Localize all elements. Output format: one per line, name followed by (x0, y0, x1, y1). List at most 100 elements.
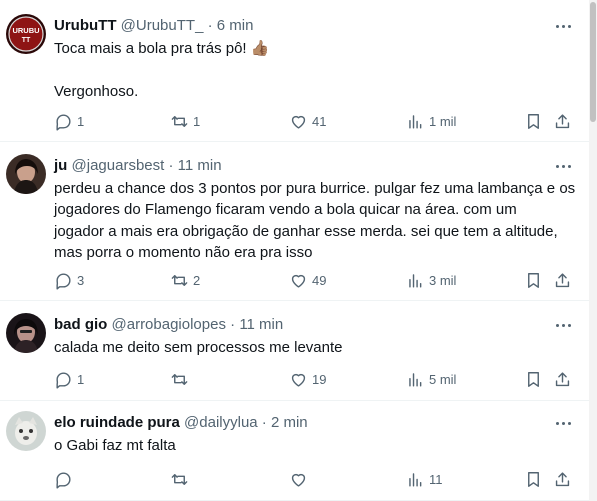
avatar[interactable] (6, 313, 46, 353)
like-button[interactable]: 19 (289, 369, 326, 389)
reply-count: 1 (77, 371, 85, 387)
retweet-icon (170, 112, 189, 131)
display-name[interactable]: elo ruindade pura (54, 414, 180, 431)
tweet-header: UrubuTT @UrubuTT_ · 6 min (54, 16, 549, 36)
like-button[interactable]: 41 (289, 111, 326, 131)
separator: · (261, 414, 267, 431)
share-button[interactable] (553, 369, 572, 389)
timestamp[interactable]: 2 min (271, 414, 308, 431)
more-icon[interactable] (551, 413, 575, 433)
bookmark-button[interactable] (524, 111, 543, 131)
views-icon (406, 112, 425, 131)
retweet-icon (170, 470, 189, 489)
bookmark-icon (524, 470, 543, 489)
user-handle[interactable]: @arrobagiolopes (112, 316, 226, 333)
like-icon (289, 370, 308, 389)
action-bar: 3 2 49 3 mil (54, 270, 574, 290)
retweet-button[interactable]: 2 (170, 270, 200, 290)
tweet-text: Toca mais a bola pra trás pô! 👍🏽 Vergonh… (54, 40, 270, 100)
reply-button[interactable] (54, 469, 77, 489)
tweet[interactable]: elo ruindade pura @dailyylua · 2 min o Ga… (0, 401, 589, 501)
bookmark-icon (524, 271, 543, 290)
views-button[interactable]: 3 mil (406, 270, 456, 290)
like-icon (289, 112, 308, 131)
tweet[interactable]: URUBU TT UrubuTT @UrubuTT_ · 6 min Toca mai… (0, 0, 589, 142)
tweet-header: bad gio @arrobagiolopes · 11 min (54, 315, 549, 335)
reply-button[interactable]: 1 (54, 369, 84, 389)
svg-text:TT: TT (22, 37, 31, 44)
tweet[interactable]: bad gio @arrobagiolopes · 11 min calada m… (0, 301, 589, 401)
retweet-button[interactable] (170, 469, 193, 489)
tweet-header: elo ruindade pura @dailyylua · 2 min (54, 413, 549, 433)
separator: · (168, 157, 174, 174)
tweet[interactable]: ju @jaguarsbest · 11 min perdeu a chance … (0, 142, 589, 301)
like-icon (289, 470, 308, 489)
reply-icon (54, 112, 73, 131)
scrollbar[interactable] (589, 0, 597, 501)
views-button[interactable]: 11 (406, 469, 443, 489)
separator: · (230, 316, 236, 333)
like-count: 41 (312, 113, 327, 129)
retweet-icon (170, 370, 189, 389)
avatar[interactable] (6, 411, 46, 451)
retweet-icon (170, 271, 189, 290)
timestamp[interactable]: 11 min (239, 316, 283, 333)
share-button[interactable] (553, 111, 572, 131)
bookmark-icon (524, 112, 543, 131)
display-name[interactable]: UrubuTT (54, 17, 116, 34)
like-button[interactable]: 49 (289, 270, 326, 290)
bookmark-button[interactable] (524, 369, 543, 389)
reply-icon (54, 271, 73, 290)
reply-button[interactable]: 1 (54, 111, 84, 131)
avatar[interactable]: URUBU TT (6, 14, 46, 54)
tweet-text: calada me deito sem processos me levante (54, 339, 343, 356)
scrollbar-thumb[interactable] (590, 2, 596, 122)
share-icon (553, 271, 572, 290)
like-button[interactable] (289, 469, 312, 489)
more-icon[interactable] (551, 315, 575, 335)
views-count: 11 (429, 471, 443, 487)
views-icon (406, 470, 425, 489)
user-handle[interactable]: @dailyylua (184, 414, 258, 431)
share-icon (553, 112, 572, 131)
display-name[interactable]: ju (54, 157, 67, 174)
tweet-text: o Gabi faz mt falta (54, 437, 176, 454)
bookmark-button[interactable] (524, 469, 543, 489)
avatar[interactable] (6, 154, 46, 194)
bookmark-icon (524, 370, 543, 389)
like-count: 19 (312, 371, 327, 387)
timestamp[interactable]: 6 min (217, 17, 254, 34)
retweet-button[interactable] (170, 369, 193, 389)
like-icon (289, 271, 308, 290)
more-icon[interactable] (551, 16, 575, 36)
action-bar: 1 19 5 mil (54, 369, 574, 389)
retweet-count: 1 (193, 113, 201, 129)
timeline-feed: URUBU TT UrubuTT @UrubuTT_ · 6 min Toca mai… (0, 0, 589, 501)
views-count: 3 mil (429, 272, 457, 288)
views-icon (406, 271, 425, 290)
user-handle[interactable]: @jaguarsbest (72, 157, 165, 174)
views-button[interactable]: 5 mil (406, 369, 456, 389)
timestamp[interactable]: 11 min (178, 157, 222, 174)
views-count: 1 mil (429, 113, 457, 129)
like-count: 49 (312, 272, 327, 288)
reply-count: 1 (77, 113, 85, 129)
retweet-button[interactable]: 1 (170, 111, 200, 131)
svg-text:URUBU: URUBU (12, 26, 39, 35)
more-icon[interactable] (551, 156, 575, 176)
reply-count: 3 (77, 272, 85, 288)
action-bar: 1 1 41 1 mil (54, 111, 574, 131)
share-button[interactable] (553, 270, 572, 290)
action-bar: 11 (54, 469, 574, 489)
reply-button[interactable]: 3 (54, 270, 84, 290)
separator: · (207, 17, 213, 34)
views-count: 5 mil (429, 371, 457, 387)
tweet-header: ju @jaguarsbest · 11 min (54, 156, 549, 176)
retweet-count: 2 (193, 272, 201, 288)
bookmark-button[interactable] (524, 270, 543, 290)
tweet-text: perdeu a chance dos 3 pontos por pura bu… (54, 180, 576, 261)
display-name[interactable]: bad gio (54, 316, 107, 333)
user-handle[interactable]: @UrubuTT_ (121, 17, 204, 34)
share-button[interactable] (553, 469, 572, 489)
views-button[interactable]: 1 mil (406, 111, 456, 131)
